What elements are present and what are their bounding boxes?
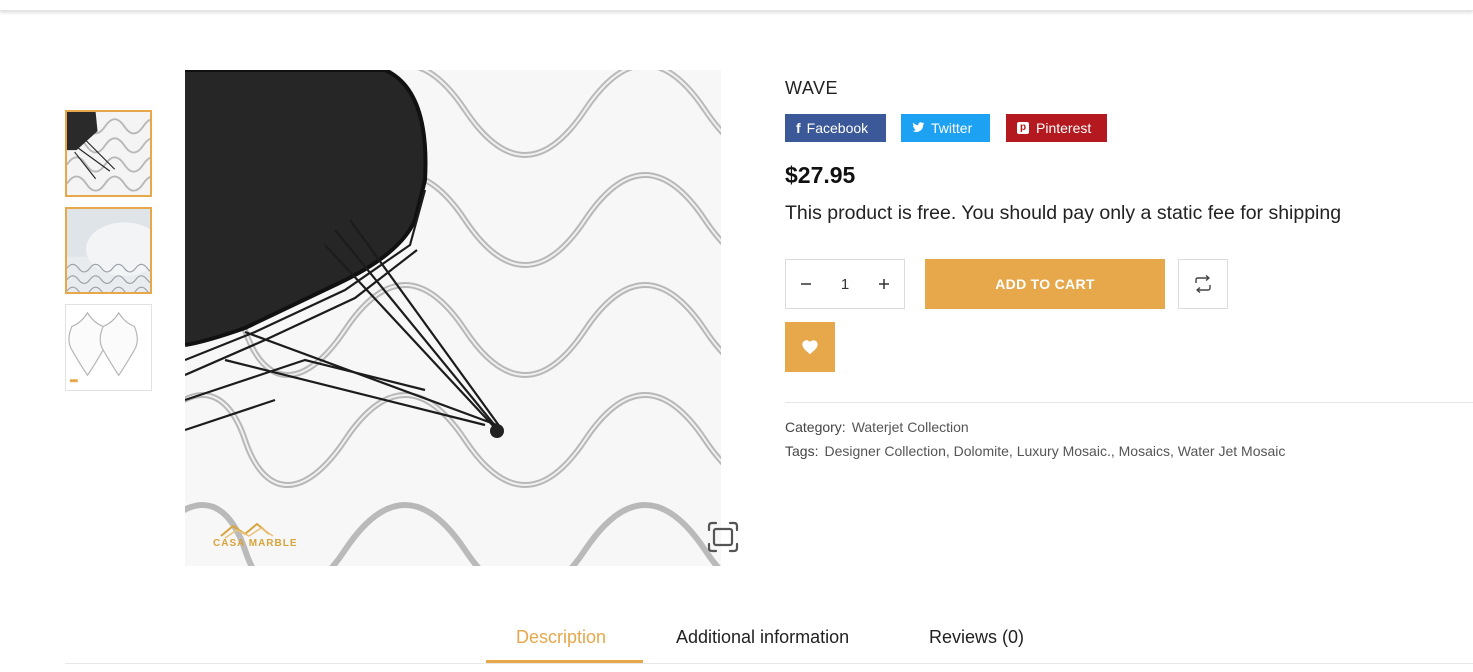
tag-link[interactable]: Water Jet Mosaic [1178,443,1286,459]
product-photo [185,70,721,566]
thumbnail-2[interactable] [65,207,152,294]
compare-button[interactable] [1178,259,1228,309]
brand-logo-text: CASA MARBLE [213,538,298,549]
category-label: Category: [785,419,846,435]
tag-link[interactable]: Luxury Mosaic. [1017,443,1111,459]
tags-label: Tags: [785,443,819,459]
quantity-stepper [785,259,905,309]
add-to-cart-button[interactable]: ADD TO CART [925,259,1165,309]
thumbnail-2-image [67,209,150,292]
plus-icon [879,279,889,289]
fullscreen-icon[interactable] [705,520,741,554]
share-twitter-button[interactable]: Twitter [901,114,990,142]
quantity-decrease-button[interactable] [787,260,825,308]
share-pinterest-label: Pinterest [1036,120,1092,136]
product-tags: Tags: Designer Collection, Dolomite, Luxu… [785,443,1286,459]
tab-additional-information[interactable]: Additional information [676,627,849,648]
share-pinterest-button[interactable]: p Pinterest [1006,114,1107,142]
minus-icon [801,283,811,285]
facebook-icon: f [796,120,801,136]
category-link[interactable]: Waterjet Collection [852,419,969,435]
tag-link[interactable]: Dolomite [954,443,1009,459]
product-title: WAVE [785,78,839,98]
tab-description[interactable]: Description [516,627,606,648]
tab-reviews[interactable]: Reviews (0) [929,627,1024,648]
pinterest-icon: p [1017,122,1029,134]
product-meta-divider [785,402,1473,403]
share-twitter-label: Twitter [931,120,973,136]
compare-arrows-icon [1195,275,1211,293]
tabs-divider [65,663,1473,664]
product-shipping-note: This product is free. You should pay onl… [785,202,1342,224]
tag-link[interactable]: Designer Collection [824,443,945,459]
add-to-wishlist-button[interactable] [785,322,835,372]
share-facebook-button[interactable]: f Facebook [785,114,886,142]
share-facebook-label: Facebook [806,120,869,136]
thumbnail-3[interactable] [65,304,152,391]
main-product-image[interactable]: CASA MARBLE [185,70,721,566]
thumbnail-1[interactable] [65,110,152,197]
brand-logo [220,522,274,539]
thumbnail-1-image [67,112,150,195]
site-header-bar [0,0,1473,11]
tag-link[interactable]: Mosaics [1119,443,1170,459]
twitter-icon [912,120,925,136]
heart-icon [802,340,818,355]
quantity-increase-button[interactable] [865,260,903,308]
product-price: $27.95 [785,162,856,188]
quantity-input[interactable] [824,260,866,308]
thumbnail-3-image [66,305,151,390]
product-category: Category: Waterjet Collection [785,419,969,435]
